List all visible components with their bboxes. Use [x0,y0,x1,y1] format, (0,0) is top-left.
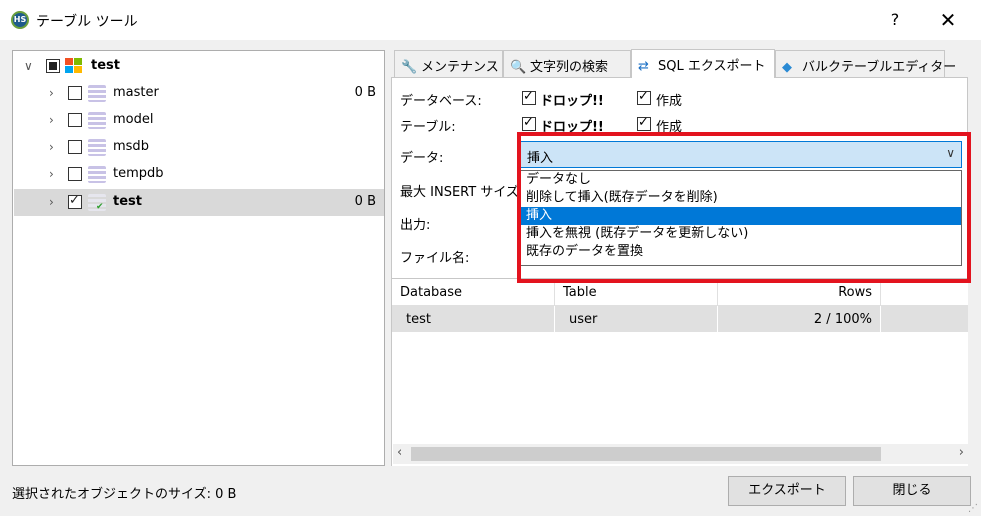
chevron-right-icon[interactable]: › [49,86,54,100]
tree-root-label: test [91,58,120,73]
tab-label: 文字列の検索 [530,60,609,75]
tree-item-label: tempdb [113,166,164,181]
database-icon [88,166,106,183]
database-label: データベース: [400,94,482,109]
database-icon [88,139,106,156]
server-icon [65,58,83,74]
tab-label: SQL エクスポート [658,59,766,74]
database-icon [88,112,106,129]
table-create-checkbox[interactable] [637,115,651,131]
tab-maintenance[interactable]: 🔧 メンテナンス [394,50,503,77]
max-insert-label: 最大 INSERT サイズ [400,185,518,200]
wrench-icon: 🔧 [401,60,418,75]
annotation-highlight-box [517,132,971,283]
column-header-database[interactable]: Database [392,279,555,306]
tree-item-label: msdb [113,139,149,154]
output-label: 出力: [400,218,431,233]
database-drop-checkbox[interactable] [522,89,536,105]
tree-root-checkbox[interactable] [46,59,60,73]
database-icon [88,85,106,102]
tree-item-checkbox[interactable] [68,167,82,181]
scroll-left-icon[interactable]: ‹ [397,445,402,460]
chevron-right-icon[interactable]: › [49,113,54,127]
database-create-label: 作成 [656,94,683,109]
tree-item-label: test [113,194,142,209]
table-cell-empty [881,306,968,332]
column-header-table[interactable]: Table [555,279,718,306]
selected-size-status: 選択されたオブジェクトのサイズ: 0 B [12,487,237,502]
scrollbar-thumb[interactable] [411,447,881,461]
table-label: テーブル: [400,120,456,135]
object-tree[interactable]: ∨ test › master 0 B › model › msdb › tem… [12,50,385,466]
export-button[interactable]: エクスポート [728,476,846,506]
tree-item-checkbox[interactable] [68,113,82,127]
window-title: テーブル ツール [36,14,138,30]
tree-item-master[interactable]: › master 0 B [14,80,384,107]
scroll-right-icon[interactable]: › [959,445,964,460]
tree-item-label: master [113,85,159,100]
column-header-rows[interactable]: Rows [718,279,881,306]
close-button[interactable]: 閉じる [853,476,971,506]
tree-item-size: 0 B [354,85,376,100]
help-button[interactable]: ? [883,8,907,32]
tree-item-tempdb[interactable]: › tempdb [14,161,384,188]
table-drop-checkbox[interactable] [522,115,536,131]
horizontal-scrollbar[interactable]: ‹ › [393,444,968,464]
tree-root[interactable]: ∨ test [14,53,384,80]
table-cell[interactable]: 2 / 100% [718,306,881,332]
tree-item-model[interactable]: › model [14,107,384,134]
tree-item-msdb[interactable]: › msdb [14,134,384,161]
search-icon: 🔍 [510,60,527,75]
title-bar [0,0,981,40]
chevron-right-icon[interactable]: › [49,140,54,154]
tab-sql-export[interactable]: ⇄ SQL エクスポート [631,49,775,78]
export-table[interactable]: Database Table Rows test user 2 / 100% [392,278,968,466]
table-cell[interactable]: test [392,306,555,332]
chevron-right-icon[interactable]: › [49,167,54,181]
tab-bulk-editor[interactable]: ◆ バルクテーブルエディター [775,50,956,77]
tab-search[interactable]: 🔍 文字列の検索 [503,50,631,77]
tree-item-label: model [113,112,154,127]
column-header-empty [881,279,968,306]
app-icon: HS [11,11,29,29]
tree-item-checkbox[interactable] [68,140,82,154]
tree-item-test[interactable]: › ✔ test 0 B [14,189,384,216]
close-icon[interactable]: ✕ [936,8,960,32]
tree-item-size: 0 B [354,194,376,209]
bulk-icon: ◆ [782,60,792,75]
export-icon: ⇄ [638,59,649,74]
resize-grip-icon[interactable]: ⋰ [968,503,978,514]
check-icon: ✔ [96,202,104,212]
data-label: データ: [400,151,444,166]
tab-label: メンテナンス [421,60,499,75]
database-drop-label: ドロップ!! [540,94,604,109]
chevron-right-icon[interactable]: › [49,195,54,209]
filename-label: ファイル名: [400,251,470,266]
chevron-down-icon[interactable]: ∨ [24,59,33,73]
table-cell[interactable]: user [555,306,718,332]
database-create-checkbox[interactable] [637,89,651,105]
tab-label: バルクテーブルエディター [802,60,957,75]
tree-item-checkbox[interactable] [68,86,82,100]
tree-item-checkbox[interactable] [68,193,82,209]
